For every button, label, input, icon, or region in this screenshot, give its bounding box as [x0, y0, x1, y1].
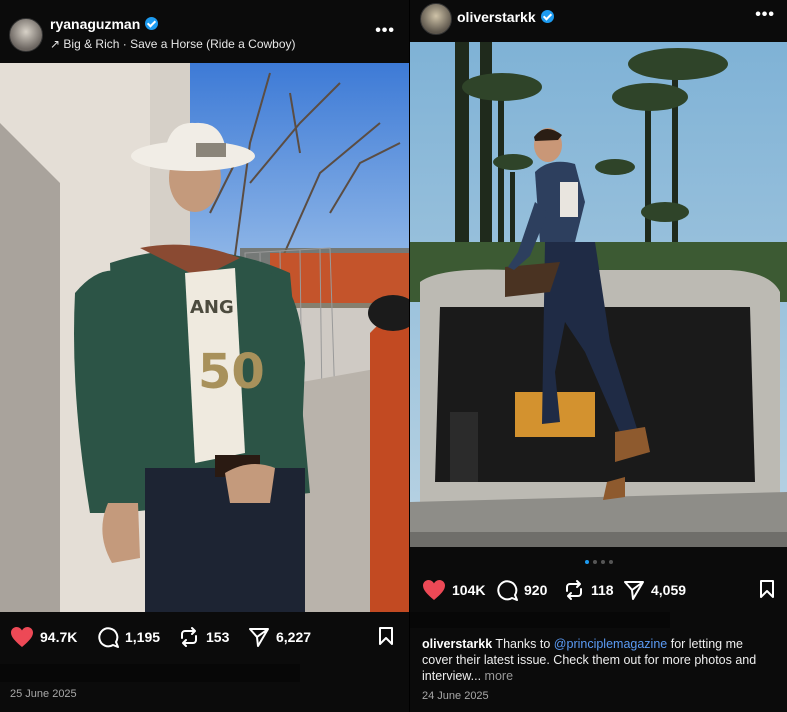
bookmark-icon[interactable]	[379, 627, 393, 645]
like-button[interactable]: 104K	[422, 577, 485, 603]
post-date: 25 June 2025	[10, 688, 77, 700]
caption-text-pre: Thanks to	[492, 637, 554, 651]
repost-icon	[566, 580, 582, 600]
carousel-dot	[609, 560, 613, 564]
svg-text:50: 50	[198, 344, 265, 400]
post-image[interactable]	[410, 42, 787, 547]
comment-button[interactable]: 920	[496, 577, 547, 603]
comment-icon	[98, 627, 119, 648]
like-count: 104K	[452, 582, 486, 598]
post-date: 24 June 2025	[422, 690, 489, 702]
send-icon	[249, 628, 269, 647]
post-caption: oliverstarkk Thanks to @principlemagazin…	[422, 636, 772, 684]
more-options-button[interactable]: •••	[375, 22, 395, 40]
like-count: 94.7K	[40, 629, 78, 645]
share-button[interactable]: 4,059	[623, 577, 686, 603]
arrow-icon: ↗	[50, 37, 61, 51]
audio-link[interactable]: ↗ Big & Rich · Save a Horse (Ride a Cowb…	[50, 37, 296, 51]
carousel-dot	[601, 560, 605, 564]
avatar[interactable]	[9, 18, 43, 52]
carousel-dot	[593, 560, 597, 564]
redacted-area	[0, 664, 300, 682]
username[interactable]: ryanaguzman	[50, 16, 159, 32]
username[interactable]: oliverstarkk	[457, 9, 554, 25]
truck-photo	[410, 42, 787, 547]
bookmark-icon[interactable]	[760, 580, 774, 598]
right-post: oliverstarkk ••• 104K 920 118 4,059 oliv…	[410, 0, 787, 712]
verified-badge-icon	[145, 17, 159, 30]
repost-button[interactable]: 153	[178, 624, 229, 650]
repost-count: 153	[206, 629, 230, 645]
action-bar: 94.7K 1,195 153 6,227	[0, 624, 409, 650]
post-image[interactable]: ANG 50	[0, 63, 409, 612]
caption-username[interactable]: oliverstarkk	[422, 637, 492, 651]
username-text[interactable]: ryanaguzman	[50, 16, 140, 32]
post-header: ryanaguzman ↗ Big & Rich · Save a Horse …	[0, 0, 409, 62]
verified-badge-icon	[540, 10, 554, 23]
comment-button[interactable]: 1,195	[97, 624, 160, 650]
send-icon	[624, 581, 644, 600]
caption-more-link[interactable]: more	[481, 669, 513, 683]
audio-label: Big & Rich · Save a Horse (Ride a Cowboy…	[63, 37, 296, 51]
share-button[interactable]: 6,227	[248, 624, 311, 650]
left-post: ryanaguzman ↗ Big & Rich · Save a Horse …	[0, 0, 409, 712]
carousel-indicator	[585, 560, 613, 564]
cowboy-photo: ANG 50	[0, 63, 409, 612]
carousel-dot-active	[585, 560, 589, 564]
action-bar: 104K 920 118 4,059	[410, 577, 787, 603]
more-options-button[interactable]: •••	[755, 6, 775, 24]
username-text[interactable]: oliverstarkk	[457, 9, 536, 25]
redacted-area	[410, 612, 670, 628]
comment-icon	[497, 580, 518, 601]
repost-button[interactable]: 118	[563, 577, 614, 603]
caption-mention-link[interactable]: @principlemagazine	[554, 637, 667, 651]
share-count: 4,059	[651, 582, 687, 598]
shirt-print: ANG	[190, 297, 234, 318]
heart-filled-icon	[11, 627, 33, 647]
share-count: 6,227	[276, 629, 312, 645]
like-button[interactable]: 94.7K	[10, 624, 77, 650]
repost-count: 118	[591, 582, 614, 598]
comment-count: 920	[524, 582, 548, 598]
avatar[interactable]	[420, 3, 452, 35]
repost-icon	[181, 627, 197, 647]
heart-filled-icon	[423, 580, 445, 600]
comment-count: 1,195	[125, 629, 161, 645]
